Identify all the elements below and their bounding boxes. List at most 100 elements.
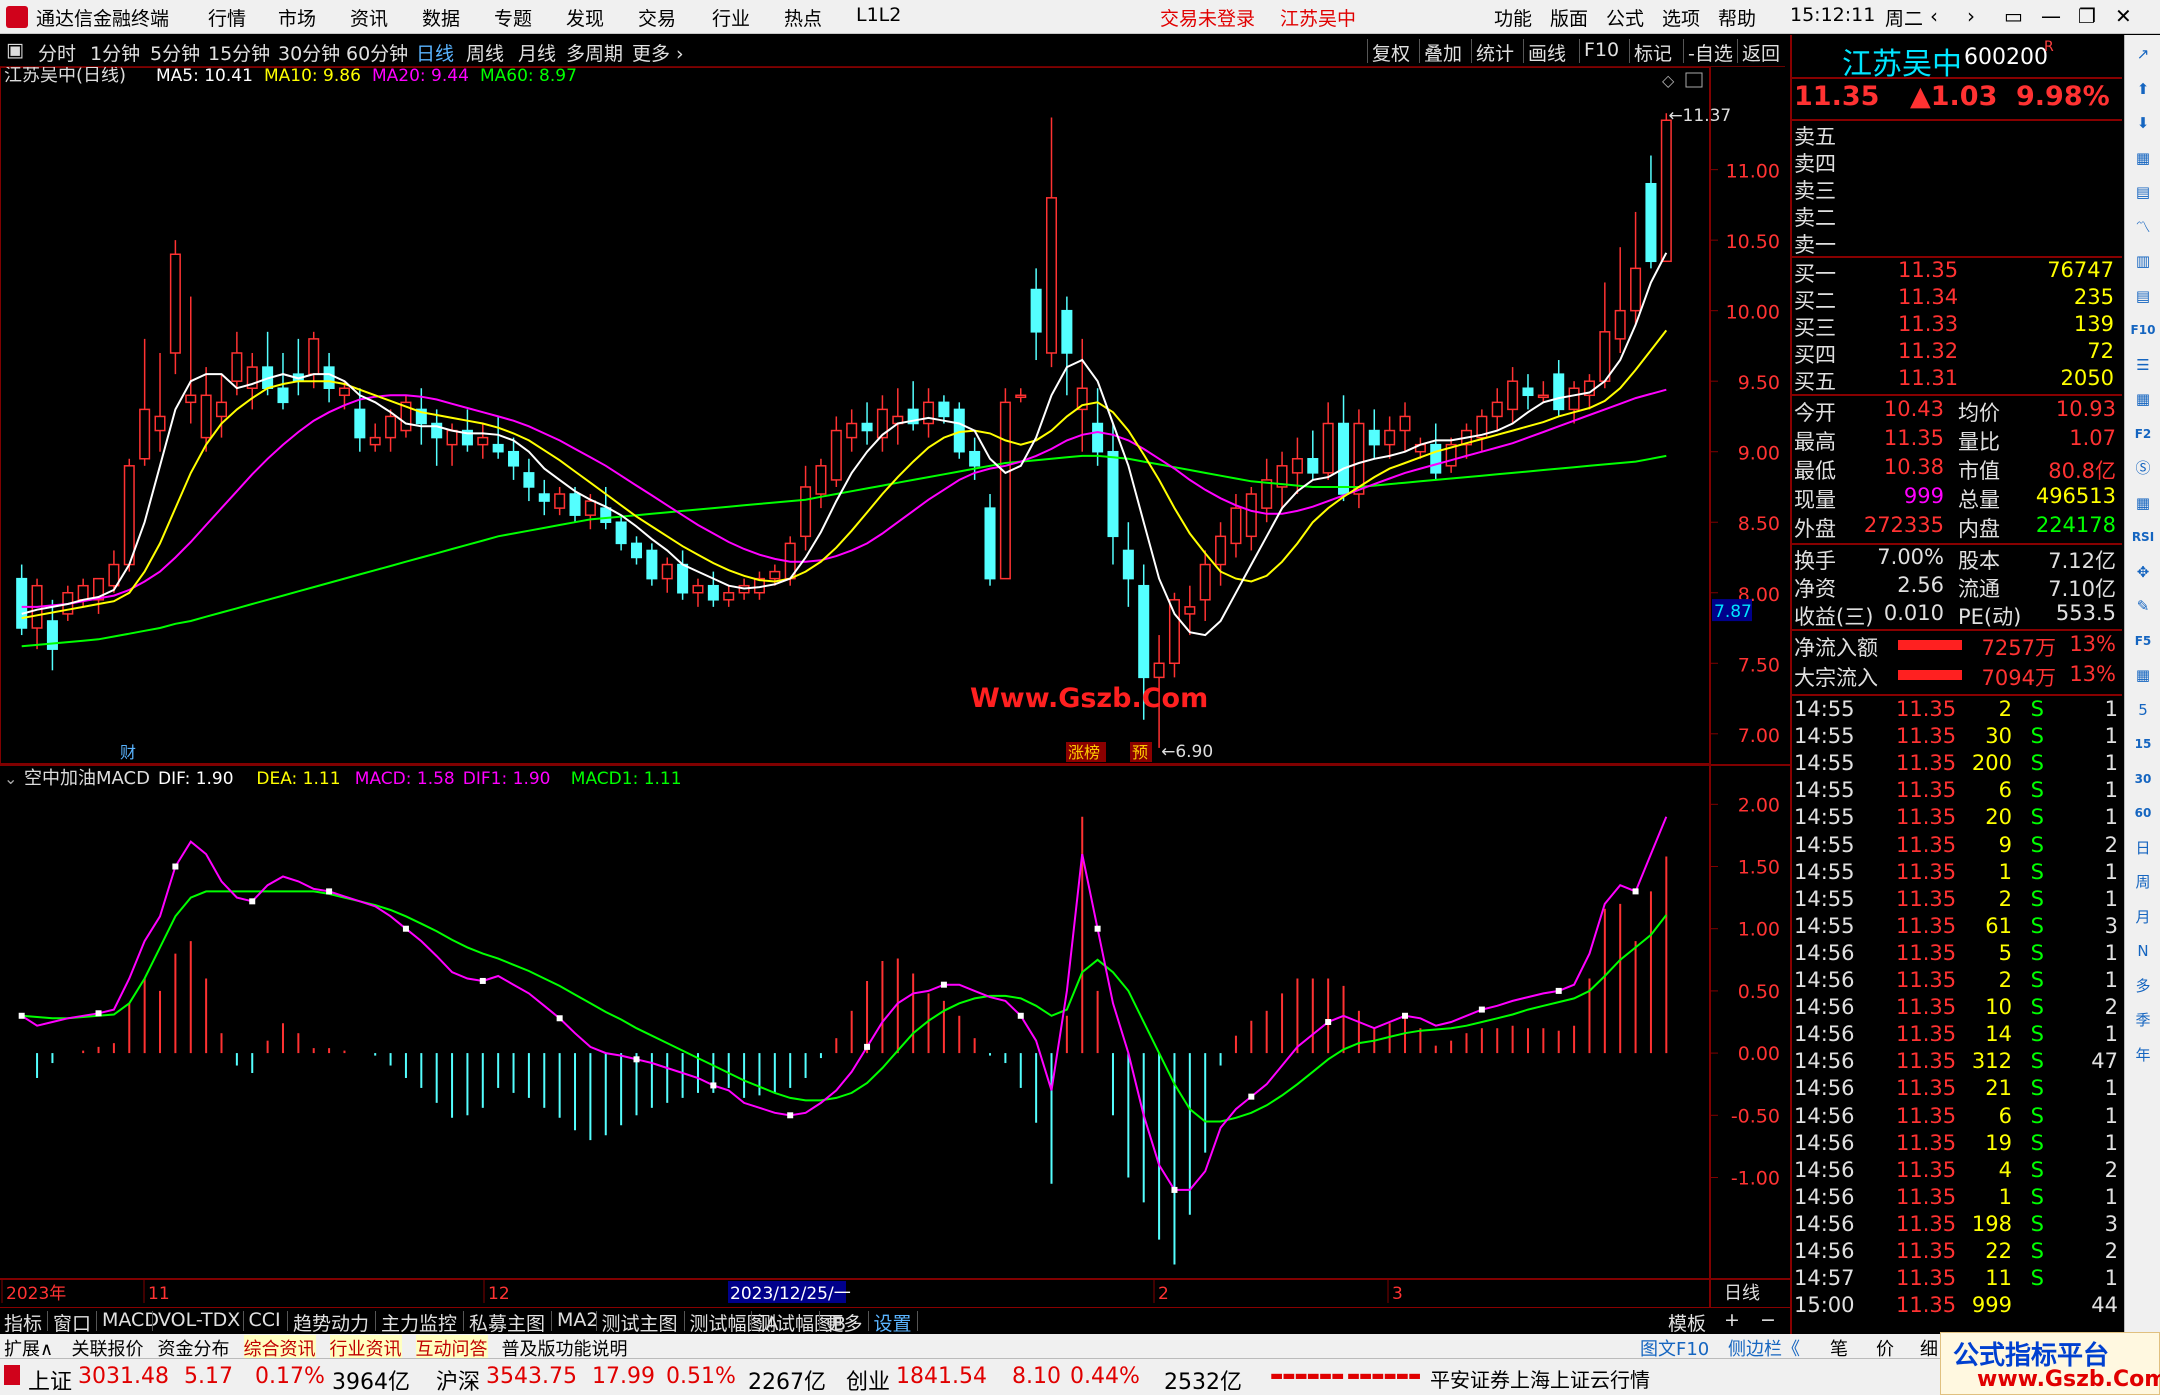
side-tool-icon-23[interactable]: 日 (2130, 835, 2156, 861)
indicator-right-1[interactable]: + (1724, 1309, 1740, 1331)
maximize-icon[interactable]: ❐ (2078, 4, 2096, 28)
chart-tool-0[interactable]: 复权 (1372, 39, 1410, 66)
indicator-tab-1[interactable]: 窗口 (53, 1309, 91, 1336)
chart-tool-4[interactable]: F10 (1584, 39, 1619, 61)
side-tool-icon-27[interactable]: 多 (2130, 973, 2156, 999)
login-status[interactable]: 交易未登录 (1160, 4, 1255, 31)
sub-collapse-icon[interactable]: ⌄ (4, 769, 17, 788)
menu-3[interactable]: 数据 (422, 4, 460, 31)
side-tool-icon-2[interactable]: ⬇ (2130, 110, 2156, 136)
menu-1[interactable]: 市场 (278, 4, 316, 31)
side-tool-icon-21[interactable]: 30 (2130, 766, 2156, 792)
right-menu-2[interactable]: 公式 (1606, 4, 1644, 31)
minimize-icon[interactable]: — (2041, 4, 2061, 28)
period-tab-8[interactable]: 月线 (518, 39, 556, 66)
side-tool-icon-7[interactable]: ▤ (2130, 283, 2156, 309)
tab-separator (152, 1311, 153, 1331)
chart-area[interactable]: 11.00 10.50 10.00 9.50 9.00 8.50 8.00 7.50 7.00 7… (0, 65, 1790, 1307)
period-tab-6[interactable]: 日线 (416, 39, 454, 66)
menu-9[interactable]: L1L2 (856, 4, 901, 26)
period-tab-5[interactable]: 60分钟 (346, 39, 408, 66)
side-tool-icon-15[interactable]: ✥ (2130, 559, 2156, 585)
side-tool-icon-9[interactable]: ☰ (2130, 352, 2156, 378)
side-tool-icon-29[interactable]: 年 (2130, 1042, 2156, 1068)
event-tag-2[interactable]: 预 (1132, 743, 1148, 762)
side-tool-icon-18[interactable]: ▦ (2130, 662, 2156, 688)
menu-4[interactable]: 专题 (494, 4, 532, 31)
kline-chart[interactable]: 11.0010.5010.009.509.008.508.007.507.007… (0, 65, 1790, 1307)
side-tool-icon-20[interactable]: 15 (2130, 731, 2156, 757)
period-tab-9[interactable]: 多周期 (566, 39, 623, 66)
menu-2[interactable]: 资讯 (350, 4, 388, 31)
side-tool-icon-16[interactable]: ✎ (2130, 593, 2156, 619)
side-tool-icon-26[interactable]: N (2130, 938, 2156, 964)
indicator-tab-2[interactable]: MACD (102, 1309, 159, 1331)
period-tab-10[interactable]: 更多 › (632, 39, 684, 66)
side-tool-icon-22[interactable]: 60 (2130, 800, 2156, 826)
indicator-tab-13[interactable]: 设置 (874, 1309, 912, 1336)
period-tab-1[interactable]: 1分钟 (90, 39, 140, 66)
index-name-0[interactable]: 上证 (28, 1364, 72, 1395)
period-tab-0[interactable]: 分时 (38, 39, 76, 66)
restore-icon[interactable]: ▭ (2004, 4, 2023, 28)
chart-window-icon[interactable] (1685, 72, 1703, 88)
side-tool-icon-14[interactable]: RSI (2130, 524, 2156, 550)
period-tab-3[interactable]: 15分钟 (208, 39, 270, 66)
side-tool-icon-19[interactable]: 5 (2130, 697, 2156, 723)
close-icon[interactable]: ✕ (2115, 4, 2132, 28)
right-menu-0[interactable]: 功能 (1494, 4, 1532, 31)
side-tool-icon-3[interactable]: ▦ (2130, 145, 2156, 171)
indicator-tab-5[interactable]: 趋势动力 (293, 1309, 369, 1336)
indicator-tab-9[interactable]: 测试主图 (602, 1309, 678, 1336)
indicator-right-0[interactable]: 模板 (1668, 1309, 1706, 1336)
chart-tool-5[interactable]: 标记 (1634, 39, 1672, 66)
side-tool-icon-1[interactable]: ⬆ (2130, 76, 2156, 102)
menu-8[interactable]: 热点 (784, 4, 822, 31)
menu-0[interactable]: 行情 (208, 4, 246, 31)
chart-tool-3[interactable]: 画线 (1528, 39, 1566, 66)
period-tab-7[interactable]: 周线 (466, 39, 504, 66)
indicator-tab-0[interactable]: 指标 (4, 1309, 42, 1336)
menu-7[interactable]: 行业 (712, 4, 750, 31)
indicator-tab-3[interactable]: VOL-TDX (158, 1309, 240, 1331)
side-tool-icon-28[interactable]: 季 (2130, 1007, 2156, 1033)
side-tool-icon-4[interactable]: ▤ (2130, 179, 2156, 205)
event-tag-0[interactable]: 财 (120, 743, 136, 762)
indicator-tab-12[interactable]: 更多 (825, 1309, 863, 1336)
indicator-right-2[interactable]: − (1760, 1309, 1776, 1331)
menu-6[interactable]: 交易 (638, 4, 676, 31)
right-menu-4[interactable]: 帮助 (1718, 4, 1756, 31)
back-icon[interactable]: ‹ (1930, 4, 1938, 28)
side-tool-icon-12[interactable]: Ⓢ (2130, 455, 2156, 481)
right-menu-1[interactable]: 版面 (1550, 4, 1588, 31)
side-tool-icon-24[interactable]: 周 (2130, 869, 2156, 895)
side-tool-icon-10[interactable]: ▦ (2130, 386, 2156, 412)
side-tool-icon-11[interactable]: F2 (2130, 421, 2156, 447)
side-tool-icon-8[interactable]: F10 (2130, 317, 2156, 343)
right-menu-3[interactable]: 选项 (1662, 4, 1700, 31)
period-tab-4[interactable]: 30分钟 (278, 39, 340, 66)
indicator-tab-8[interactable]: MA2 (557, 1309, 598, 1331)
side-tool-icon-6[interactable]: ▥ (2130, 248, 2156, 274)
side-tool-icon-17[interactable]: F5 (2130, 628, 2156, 654)
chart-tool-1[interactable]: 叠加 (1424, 39, 1462, 66)
layout-toggle-icon[interactable]: ▣ (6, 39, 24, 61)
chart-tool-2[interactable]: 统计 (1476, 39, 1514, 66)
event-tag-1[interactable]: 涨榜 (1068, 743, 1100, 762)
index-name-2[interactable]: 创业 (846, 1364, 890, 1395)
forward-icon[interactable]: › (1967, 4, 1975, 28)
menu-5[interactable]: 发现 (566, 4, 604, 31)
side-tool-icon-25[interactable]: 月 (2130, 904, 2156, 930)
tick-time: 14:55 (1794, 697, 1855, 721)
chart-tool-7[interactable]: 返回 (1742, 39, 1780, 66)
side-tool-icon-5[interactable]: 〽 (2130, 214, 2156, 240)
period-tab-2[interactable]: 5分钟 (150, 39, 200, 66)
indicator-tab-6[interactable]: 主力监控 (381, 1309, 457, 1336)
index-name-1[interactable]: 沪深 (436, 1364, 480, 1395)
chart-tool-6[interactable]: -自选 (1688, 39, 1733, 66)
side-tool-icon-13[interactable]: ▦ (2130, 490, 2156, 516)
chart-diamond-icon[interactable]: ◇ (1662, 71, 1675, 90)
side-tool-icon-0[interactable]: ↗ (2130, 41, 2156, 67)
indicator-tab-4[interactable]: CCI (249, 1309, 281, 1331)
indicator-tab-7[interactable]: 私募主图 (469, 1309, 545, 1336)
